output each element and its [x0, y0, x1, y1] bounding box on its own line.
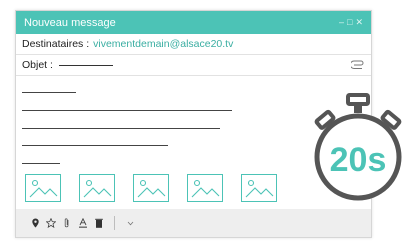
image-icon — [83, 179, 112, 198]
trash-icon[interactable] — [94, 218, 104, 228]
subject-label: Objet : — [22, 59, 53, 71]
subject-field[interactable] — [58, 64, 113, 66]
text-format-icon[interactable] — [78, 218, 88, 228]
attachment-icon[interactable] — [351, 60, 365, 70]
body-text-line — [22, 110, 232, 112]
compose-toolbar — [16, 209, 371, 237]
timer-label: 20s — [330, 141, 387, 179]
body-text-line — [22, 145, 168, 147]
star-icon[interactable] — [46, 218, 56, 228]
location-icon[interactable] — [30, 218, 40, 228]
image-icon — [137, 179, 166, 198]
body-text-line — [22, 163, 60, 165]
image-placeholder[interactable] — [79, 174, 115, 202]
stage: Nouveau message – □ ✕ Destinataires : vi… — [0, 0, 406, 244]
recipients-field[interactable]: vivementdemain@alsace20.tv — [93, 38, 233, 50]
chevron-down-icon[interactable] — [125, 218, 135, 228]
image-placeholder[interactable] — [241, 174, 277, 202]
window-controls: – □ ✕ — [339, 17, 363, 28]
body-text-line — [22, 128, 220, 130]
image-icon — [245, 179, 274, 198]
image-icon — [191, 179, 220, 198]
recipients-row[interactable]: Destinataires : vivementdemain@alsace20.… — [16, 34, 371, 55]
subject-row[interactable]: Objet : — [16, 55, 371, 76]
recipients-label: Destinataires : — [22, 38, 90, 50]
minimize-button[interactable]: – — [339, 17, 344, 28]
body-text-line — [22, 92, 76, 94]
image-icon — [29, 179, 58, 198]
toolbar-separator — [114, 216, 115, 230]
maximize-button[interactable]: □ — [347, 17, 352, 28]
image-placeholder[interactable] — [25, 174, 61, 202]
stopwatch-timer: 20s — [314, 93, 402, 201]
image-placeholder[interactable] — [187, 174, 223, 202]
attach-icon[interactable] — [62, 218, 72, 228]
close-button[interactable]: ✕ — [355, 17, 363, 28]
window-title: Nouveau message — [24, 16, 116, 29]
title-bar: Nouveau message – □ ✕ — [16, 11, 371, 34]
image-placeholder[interactable] — [133, 174, 169, 202]
